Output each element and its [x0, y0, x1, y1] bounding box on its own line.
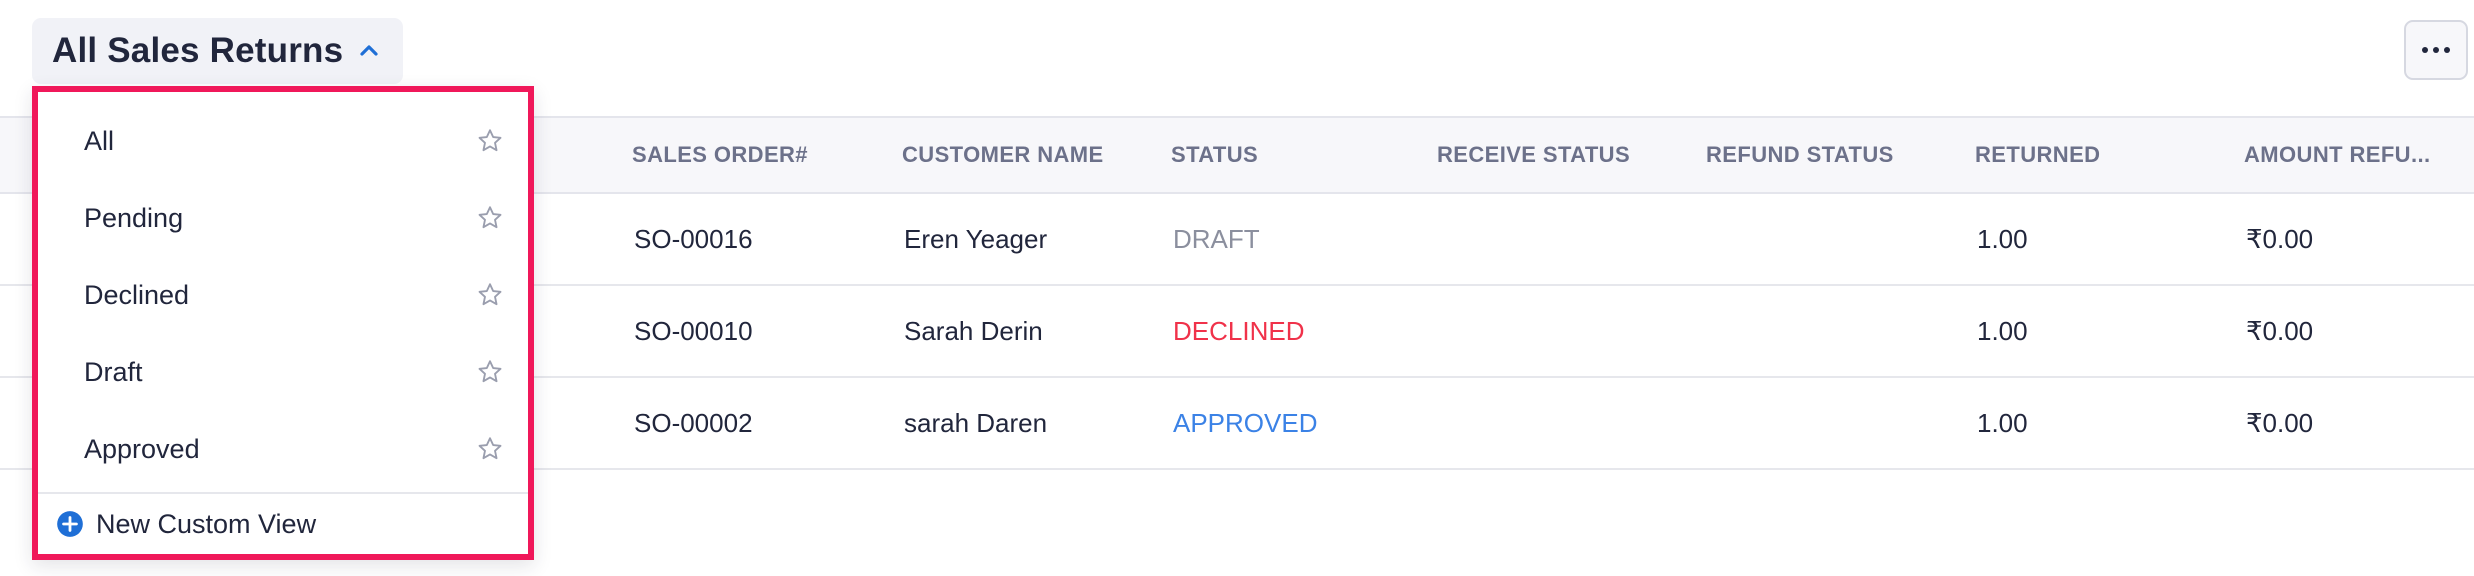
view-option-draft[interactable]: Draft [38, 335, 528, 409]
view-option-approved[interactable]: Approved [38, 412, 528, 486]
cell-sales-order[interactable]: SO-00002 [632, 378, 753, 468]
view-option-declined[interactable]: Declined [38, 258, 528, 332]
star-outline-icon[interactable] [476, 127, 504, 155]
status-badge: APPROVED [1173, 408, 1318, 438]
column-header-refund-status[interactable]: REFUND STATUS [1706, 118, 1894, 192]
new-custom-view-button[interactable]: New Custom View [38, 494, 528, 554]
star-outline-icon[interactable] [476, 204, 504, 232]
star-outline-icon[interactable] [476, 281, 504, 309]
cell-sales-order[interactable]: SO-00016 [632, 194, 753, 284]
cell-returned: 1.00 [1977, 408, 2028, 438]
sales-returns-page: All Sales Returns SALES ORDER# CUSTOMER … [0, 0, 2474, 576]
cell-sales-order[interactable]: SO-00010 [632, 286, 753, 376]
column-header-returned[interactable]: RETURNED [1975, 118, 2100, 192]
cell-customer: sarah Daren [904, 408, 1048, 438]
view-option-all[interactable]: All [38, 104, 528, 178]
cell-returned: 1.00 [1977, 224, 2028, 254]
more-horizontal-icon [2422, 47, 2450, 53]
page-title: All Sales Returns [52, 31, 344, 70]
view-option-label: Pending [84, 202, 184, 233]
view-option-label: Approved [84, 433, 200, 464]
status-badge: DECLINED [1173, 316, 1305, 346]
view-dropdown-menu: All Pending Declined Draft Approved New … [32, 86, 534, 560]
star-outline-icon[interactable] [476, 358, 504, 386]
cell-customer: Eren Yeager [904, 224, 1048, 254]
cell-amount-refunded: ₹0.00 [2246, 316, 2314, 346]
plus-circle-icon [57, 511, 83, 537]
view-option-label: All [84, 125, 115, 156]
column-header-receive-status[interactable]: RECEIVE STATUS [1437, 118, 1630, 192]
cell-amount-refunded: ₹0.00 [2246, 224, 2314, 254]
cell-amount-refunded: ₹0.00 [2246, 408, 2314, 438]
column-header-customer-name[interactable]: CUSTOMER NAME [902, 118, 1104, 192]
view-option-label: Declined [84, 279, 190, 310]
column-header-sales-order[interactable]: SALES ORDER# [632, 118, 808, 192]
column-header-status[interactable]: STATUS [1171, 118, 1258, 192]
view-switcher-button[interactable]: All Sales Returns [32, 18, 404, 84]
chevron-up-icon [360, 45, 378, 56]
cell-returned: 1.00 [1977, 316, 2028, 346]
view-option-pending[interactable]: Pending [38, 181, 528, 255]
status-badge: DRAFT [1173, 224, 1260, 254]
view-option-label: Draft [84, 356, 143, 387]
cell-customer: Sarah Derin [904, 316, 1043, 346]
more-options-button[interactable] [2404, 20, 2468, 80]
star-outline-icon[interactable] [476, 435, 504, 463]
new-custom-view-label: New Custom View [96, 508, 317, 539]
column-header-amount-refunded[interactable]: AMOUNT REFU... [2244, 118, 2430, 192]
